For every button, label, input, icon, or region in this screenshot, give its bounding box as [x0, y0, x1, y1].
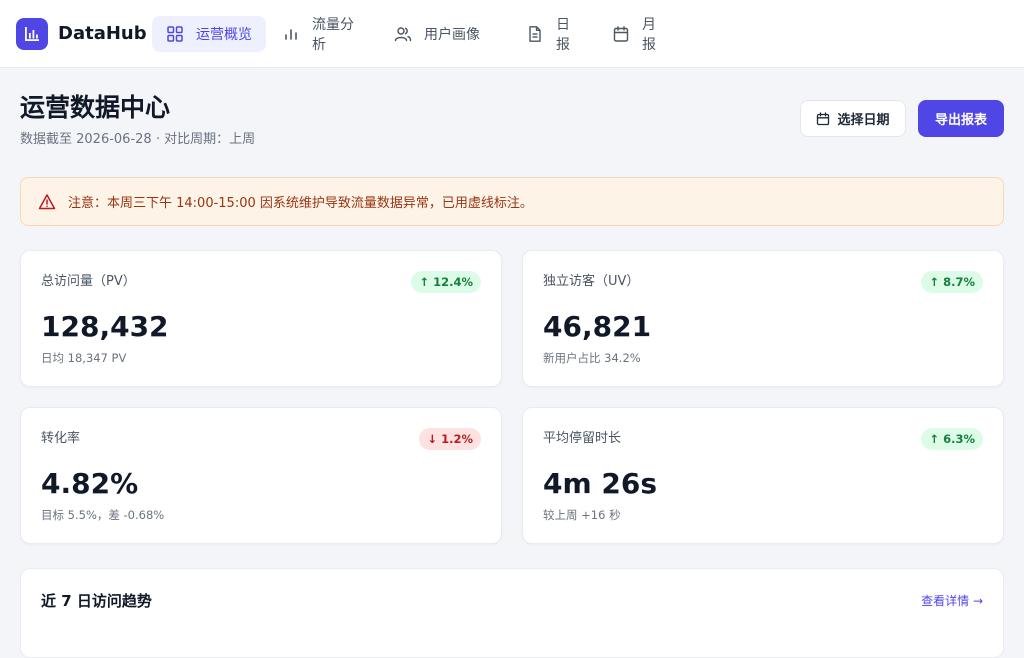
metric-card-uv: 独立访客（UV） ↑ 8.7% 46,821 新用户占比 34.2% [522, 250, 1004, 387]
change-badge: ↓ 1.2% [419, 428, 481, 450]
metric-value: 4m 26s [543, 467, 658, 500]
view-details-link[interactable]: 查看详情 → [921, 593, 983, 609]
change-value: 6.3% [943, 432, 975, 446]
alert-text: 注意：本周三下午 14:00-15:00 因系统维护导致流量数据异常，已用虚线标… [68, 196, 533, 211]
trend-card: 近 7 日访问趋势 查看详情 → [20, 568, 1004, 658]
bar-chart-logo-icon [25, 27, 39, 41]
metric-card-conversion: 转化率 ↓ 1.2% 4.82% 目标 5.5%，差 -0.68% [20, 407, 502, 544]
arrow-up-icon: ↑ [419, 275, 430, 289]
page-subtitle: 数据截至 2026-06-28 · 对比周期：上周 [20, 132, 256, 147]
select-date-button[interactable]: 选择日期 [800, 100, 906, 137]
document-icon [529, 26, 541, 42]
metric-label: 独立访客（UV） [543, 274, 640, 289]
nav-item-label: 运营概览 [196, 27, 252, 43]
nav-item-label: 用户画像 [424, 27, 480, 43]
select-date-label: 选择日期 [837, 113, 890, 128]
calendar-icon [613, 26, 629, 42]
export-report-button[interactable]: 导出报表 [918, 100, 1004, 137]
nav-item-traffic[interactable]: 流量分析 [268, 16, 380, 53]
metric-label: 平均停留时长 [543, 431, 622, 446]
nav-item-label: 月报 [642, 17, 656, 53]
change-value: 8.7% [943, 275, 975, 289]
change-value: 1.2% [441, 432, 473, 446]
maintenance-alert: 注意：本周三下午 14:00-15:00 因系统维护导致流量数据异常，已用虚线标… [20, 177, 1004, 226]
bar-chart-icon [285, 29, 297, 40]
change-badge: ↑ 6.3% [921, 428, 983, 450]
change-badge: ↑ 12.4% [411, 271, 481, 293]
metric-label: 总访问量（PV） [41, 274, 136, 289]
top-nav-bar: DataHub 运营概览 流量分析 用户画像 日报 月报 [0, 0, 1024, 68]
nav-item-label: 日报 [556, 17, 570, 53]
metric-card-duration: 平均停留时长 ↑ 6.3% 4m 26s 较上周 +16 秒 [522, 407, 1004, 544]
metric-label: 转化率 [41, 431, 81, 446]
nav-item-overview[interactable]: 运营概览 [152, 16, 266, 52]
calendar-icon [817, 111, 830, 125]
metric-note: 新用户占比 34.2% [543, 351, 641, 365]
arrow-up-icon: ↑ [929, 275, 940, 289]
nav-item-monthly-report[interactable]: 月报 [598, 16, 682, 53]
change-value: 12.4% [433, 275, 473, 289]
warning-icon [38, 193, 56, 209]
metric-value: 128,432 [41, 310, 169, 343]
metric-value: 46,821 [543, 310, 652, 343]
nav-item-daily-report[interactable]: 日报 [512, 16, 596, 53]
nav-item-label: 流量分析 [312, 17, 354, 53]
metric-value: 4.82% [41, 467, 139, 500]
metric-note: 目标 5.5%，差 -0.68% [41, 508, 165, 522]
nav-item-user-profile[interactable]: 用户画像 [380, 16, 496, 52]
page-title: 运营数据中心 [20, 93, 171, 122]
arrow-down-icon: ↓ [427, 432, 438, 446]
metric-card-pv: 总访问量（PV） ↑ 12.4% 128,432 日均 18,347 PV [20, 250, 502, 387]
users-icon [394, 27, 412, 42]
arrow-up-icon: ↑ [929, 432, 940, 446]
metric-note: 日均 18,347 PV [41, 351, 127, 365]
change-badge: ↑ 8.7% [921, 271, 983, 293]
brand-name: DataHub [58, 23, 147, 44]
logo[interactable] [16, 18, 48, 50]
metric-note: 较上周 +16 秒 [543, 508, 621, 522]
trend-title: 近 7 日访问趋势 [41, 592, 152, 610]
grid-icon [167, 26, 183, 42]
